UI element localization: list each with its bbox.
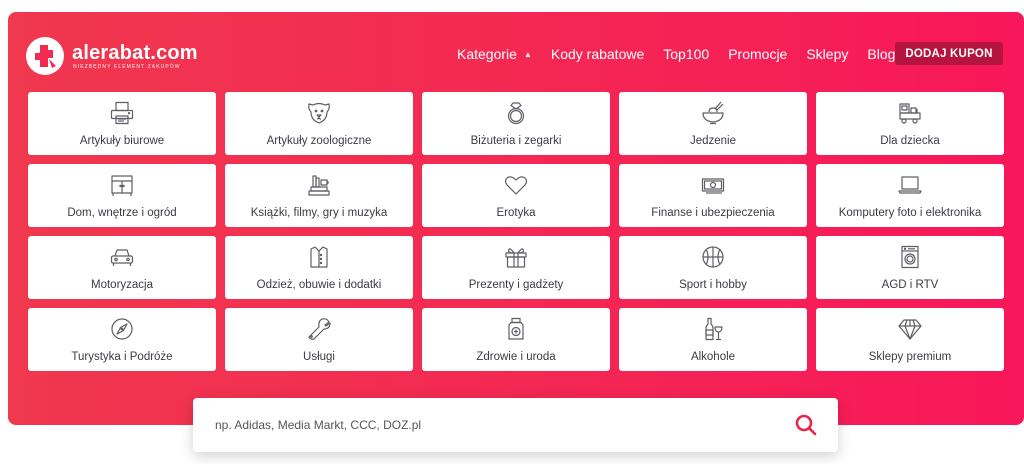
category-label: Artykuły biurowe <box>79 135 165 147</box>
category-tile[interactable]: Dla dziecka <box>816 92 1004 155</box>
nav-promocje[interactable]: Promocje <box>728 44 787 64</box>
category-label: Sport i hobby <box>679 279 747 291</box>
category-label: Dom, wnętrze i ogród <box>67 207 177 219</box>
toy-train-icon <box>897 100 923 126</box>
caret-up-icon: ▲ <box>523 49 532 59</box>
logo-tagline: NIEZBĘDNY ELEMENT ZAKUPÓW <box>73 63 181 70</box>
category-tile[interactable]: Odzież, obuwie i dodatki <box>225 236 413 299</box>
category-tile[interactable]: Turystyka i Podróże <box>28 308 216 371</box>
nav-kategorie[interactable]: Kategorie ▲ <box>457 44 532 65</box>
bowl-icon <box>700 100 726 126</box>
ring-icon <box>503 100 529 126</box>
add-coupon-button[interactable]: DODAJ KUPON <box>895 42 1003 65</box>
category-label: Książki, filmy, gry i muzyka <box>250 207 388 219</box>
category-label: Artykuły zoologiczne <box>266 135 372 147</box>
wrench-icon <box>306 316 332 342</box>
category-tile[interactable]: Sklepy premium <box>816 308 1004 371</box>
dog-icon <box>306 100 332 126</box>
books-icon <box>306 172 332 198</box>
compass-icon <box>109 316 135 342</box>
category-label: Komputery foto i elektronika <box>838 207 982 219</box>
category-label: Jedzenie <box>689 135 737 147</box>
category-label: Prezenty i gadżety <box>468 279 564 291</box>
logo[interactable]: alerabat.com NIEZBĘDNY ELEMENT ZAKUPÓW <box>26 36 198 76</box>
category-tile[interactable]: Finanse i ubezpieczenia <box>619 164 807 227</box>
category-label: Motoryzacja <box>91 279 153 291</box>
logo-mark-icon <box>26 37 64 75</box>
main-nav: Kategorie ▲ Kody rabatowe Top100 Promocje… <box>457 44 895 64</box>
category-label: Sklepy premium <box>868 351 952 363</box>
laptop-icon <box>897 172 923 198</box>
category-label: Turystyka i Podróże <box>71 351 173 363</box>
category-label: AGD i RTV <box>881 279 939 291</box>
category-tile[interactable]: Sport i hobby <box>619 236 807 299</box>
bottle-glass-icon <box>700 316 726 342</box>
category-tile[interactable]: Jedzenie <box>619 92 807 155</box>
shirt-icon <box>306 244 332 270</box>
search-icon[interactable] <box>794 413 818 437</box>
category-tile[interactable]: Artykuły zoologiczne <box>225 92 413 155</box>
category-label: Zdrowie i uroda <box>476 351 556 363</box>
nav-top100[interactable]: Top100 <box>663 44 709 64</box>
category-tile[interactable]: AGD i RTV <box>816 236 1004 299</box>
category-label: Alkohole <box>690 351 736 363</box>
printer-icon <box>109 100 135 126</box>
heart-icon <box>503 172 529 198</box>
category-label: Erotyka <box>496 207 536 219</box>
nav-sklepy[interactable]: Sklepy <box>806 44 848 64</box>
nav-kody-rabatowe[interactable]: Kody rabatowe <box>551 44 644 64</box>
category-tile[interactable]: Biżuteria i zegarki <box>422 92 610 155</box>
category-grid: Artykuły biurowe Artykuły zoologiczne Bi… <box>28 92 1004 371</box>
category-tile[interactable]: Książki, filmy, gry i muzyka <box>225 164 413 227</box>
category-label: Biżuteria i zegarki <box>470 135 562 147</box>
medicine-jar-icon <box>503 316 529 342</box>
search-input[interactable] <box>215 415 755 435</box>
diamond-icon <box>897 316 923 342</box>
search-bar <box>193 398 838 452</box>
category-label: Odzież, obuwie i dodatki <box>256 279 382 291</box>
category-tile[interactable]: Motoryzacja <box>28 236 216 299</box>
category-tile[interactable]: Komputery foto i elektronika <box>816 164 1004 227</box>
category-tile[interactable]: Erotyka <box>422 164 610 227</box>
cabinet-icon <box>109 172 135 198</box>
category-label: Finanse i ubezpieczenia <box>651 207 775 219</box>
logo-name: alerabat.com <box>72 41 198 64</box>
nav-blog[interactable]: Blog <box>867 44 895 64</box>
category-tile[interactable]: Dom, wnętrze i ogród <box>28 164 216 227</box>
washing-machine-icon <box>897 244 923 270</box>
category-label: Usługi <box>303 351 335 363</box>
category-tile[interactable]: Prezenty i gadżety <box>422 236 610 299</box>
category-tile[interactable]: Usługi <box>225 308 413 371</box>
banknote-icon <box>700 172 726 198</box>
category-tile[interactable]: Zdrowie i uroda <box>422 308 610 371</box>
car-icon <box>109 244 135 270</box>
basketball-icon <box>700 244 726 270</box>
category-tile[interactable]: Artykuły biurowe <box>28 92 216 155</box>
gift-icon <box>503 244 529 270</box>
category-tile[interactable]: Alkohole <box>619 308 807 371</box>
category-label: Dla dziecka <box>880 135 940 147</box>
